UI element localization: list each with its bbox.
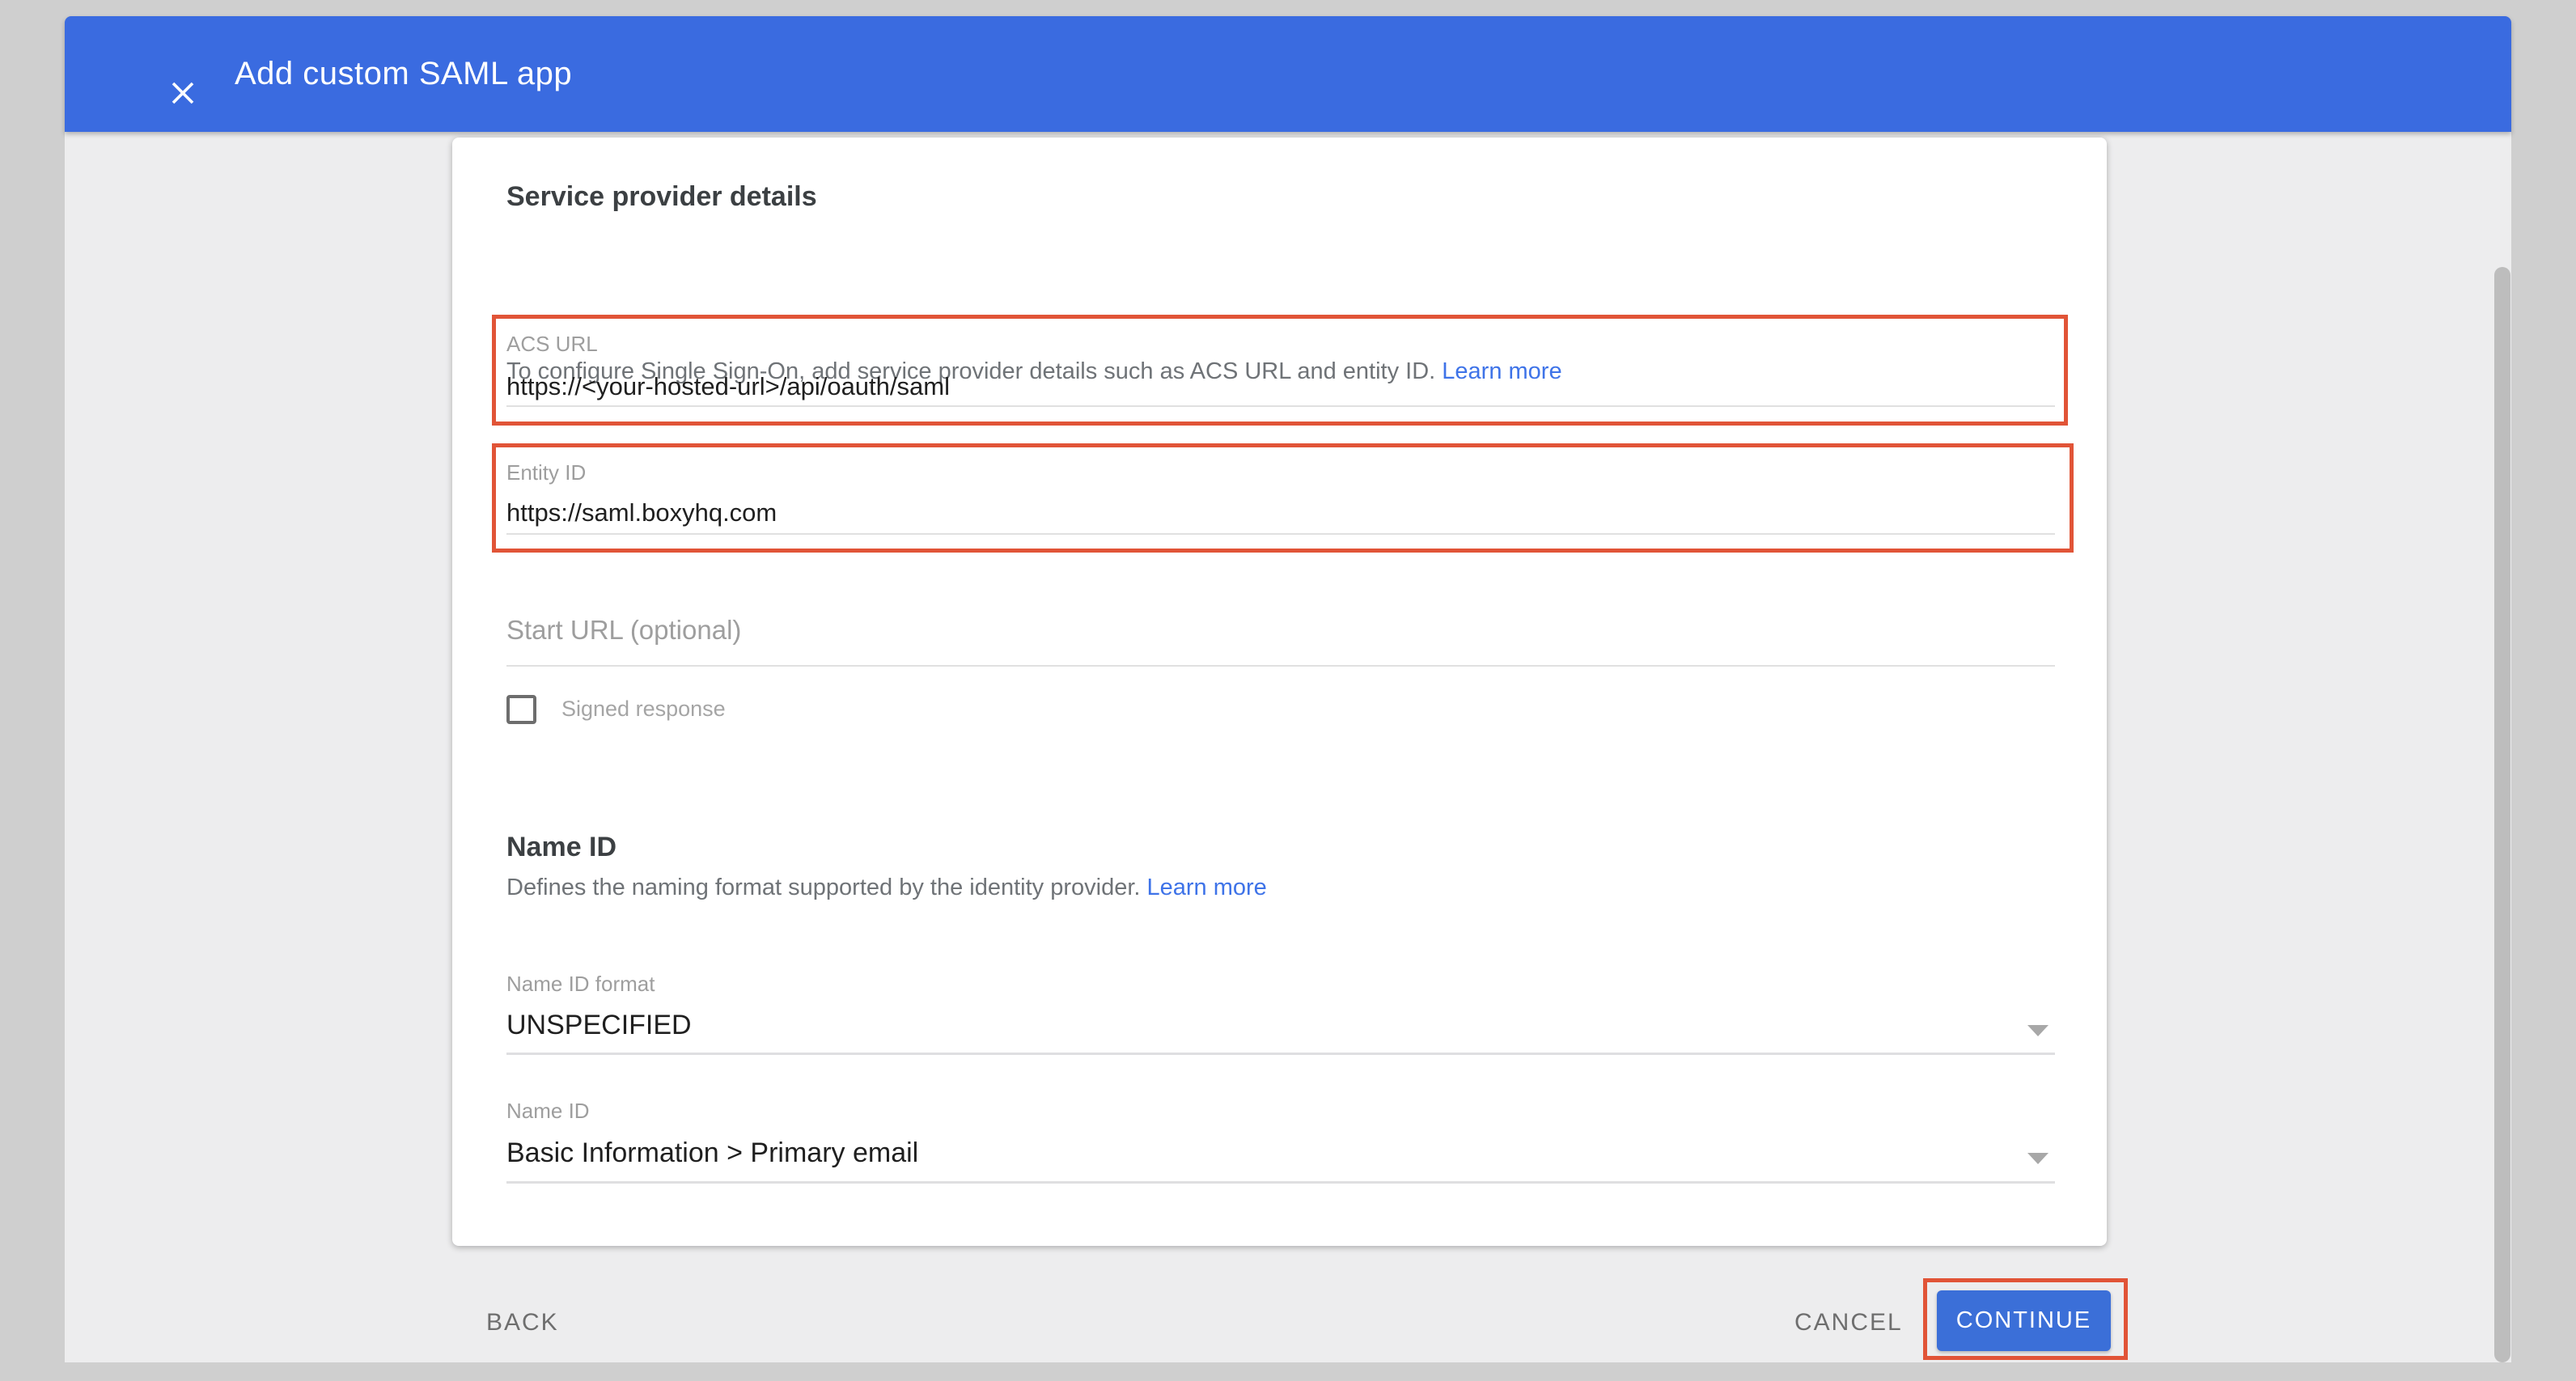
chevron-down-icon[interactable] <box>2027 1153 2049 1164</box>
cancel-button[interactable]: CANCEL <box>1794 1309 1903 1337</box>
dialog-title: Add custom SAML app <box>235 16 572 132</box>
chevron-down-icon[interactable] <box>2027 1025 2049 1036</box>
dialog-header: Add custom SAML app <box>65 16 2511 132</box>
name-id-format-select[interactable]: UNSPECIFIED <box>506 1010 692 1041</box>
start-url-input[interactable]: Start URL (optional) <box>506 615 741 646</box>
back-button[interactable]: BACK <box>486 1309 559 1337</box>
name-id-select-label: Name ID <box>506 1099 590 1124</box>
acs-url-input[interactable]: https://<your-hosted-url>/api/oauth/saml <box>506 372 950 401</box>
learn-more-link-service-provider[interactable]: Learn more <box>1442 358 1561 384</box>
name-id-select[interactable]: Basic Information > Primary email <box>506 1137 918 1169</box>
signed-response-checkbox[interactable] <box>506 695 536 724</box>
name-id-description: Defines the naming format supported by t… <box>506 872 1267 903</box>
name-id-description-text: Defines the naming format supported by t… <box>506 875 1140 900</box>
continue-button[interactable]: CONTINUE <box>1937 1290 2111 1351</box>
entity-id-underline <box>506 533 2055 535</box>
acs-url-label: ACS URL <box>506 332 598 357</box>
name-id-format-underline <box>506 1053 2055 1055</box>
form-card: Service provider details To configure Si… <box>452 138 2107 1246</box>
section-heading-service-provider: Service provider details <box>506 180 817 214</box>
start-url-underline <box>506 665 2055 667</box>
screen: Add custom SAML app Service provider det… <box>0 0 2576 1381</box>
name-id-underline <box>506 1181 2055 1184</box>
scrollbar-thumb[interactable] <box>2494 267 2510 1362</box>
signed-response-label: Signed response <box>561 697 726 722</box>
entity-id-input[interactable]: https://saml.boxyhq.com <box>506 498 777 527</box>
entity-id-label: Entity ID <box>506 460 586 485</box>
acs-url-underline <box>506 405 2055 407</box>
close-icon[interactable] <box>167 77 199 109</box>
name-id-format-label: Name ID format <box>506 972 655 997</box>
section-heading-name-id: Name ID <box>506 830 616 864</box>
learn-more-link-name-id[interactable]: Learn more <box>1147 875 1267 900</box>
